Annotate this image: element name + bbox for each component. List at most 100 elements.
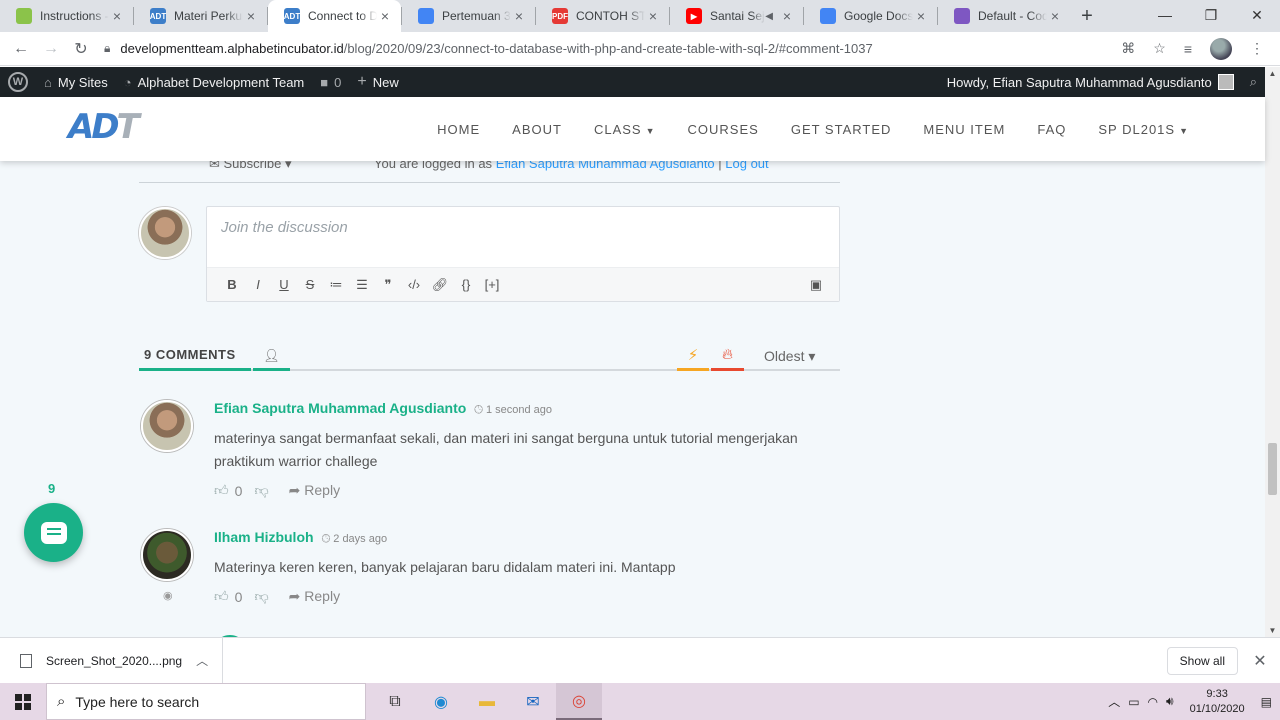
tab-audio-icon[interactable]: ◀︎ — [765, 11, 773, 22]
spoiler-icon[interactable]: [+] — [479, 277, 505, 292]
unordered-list-icon[interactable]: ☰ — [349, 277, 375, 293]
comments-count-tab[interactable]: 9 COMMENTS — [139, 341, 251, 371]
my-sites-menu[interactable]: ⌂ My Sites — [36, 67, 116, 97]
scrollbar-thumb[interactable] — [1268, 443, 1277, 495]
code-block-icon[interactable]: {} — [453, 277, 479, 292]
browser-tab[interactable]: ADT Materi Perkulia× — [134, 0, 267, 32]
comment-time[interactable]: 🕒︎ 1 second ago — [474, 404, 552, 416]
quote-icon[interactable]: ❞ — [375, 277, 401, 293]
wifi-icon[interactable]: ◠ — [1148, 695, 1158, 709]
compose-placeholder[interactable]: Join the discussion — [221, 219, 348, 236]
new-tab-icon[interactable]: + — [1071, 0, 1103, 32]
nav-item[interactable]: COURSES — [672, 122, 775, 137]
thumbs-down-icon[interactable]: 👎︎ — [254, 588, 268, 605]
new-content-menu[interactable]: + New — [349, 67, 406, 97]
code-icon[interactable]: ‹/› — [401, 277, 427, 292]
browser-tab[interactable]: Pertemuan 3 - × — [402, 0, 535, 32]
address-bar[interactable]: 🔒︎ developmentteam.alphabetincubator.id /… — [102, 35, 1121, 63]
battery-icon[interactable]: ▭ — [1128, 695, 1139, 709]
back-icon[interactable]: ← — [6, 40, 36, 58]
thumbs-down-icon[interactable]: 👎︎ — [254, 482, 268, 499]
profile-avatar[interactable] — [1210, 37, 1232, 60]
tab-close-icon[interactable]: × — [913, 8, 929, 24]
file-explorer-icon[interactable]: ▬ — [464, 683, 510, 720]
window-close-icon[interactable]: ✕ — [1234, 0, 1280, 30]
search-icon[interactable]: ⌕ — [1242, 67, 1265, 97]
taskbar-clock[interactable]: 9:33 01/10/2020 — [1190, 687, 1245, 717]
minimize-icon[interactable]: — — [1142, 0, 1188, 30]
underline-icon[interactable]: U — [271, 277, 297, 292]
page-scrollbar[interactable]: ▲ ▼ — [1265, 67, 1280, 637]
browser-tab[interactable]: ▶ Santai Seje ◀︎ × — [670, 0, 803, 32]
nav-item[interactable]: MENU ITEM — [907, 122, 1021, 137]
chrome-icon[interactable]: ◎ — [556, 683, 602, 720]
volume-icon[interactable]: 🔊︎ — [1166, 694, 1174, 709]
browser-tab[interactable]: Default - Code× — [938, 0, 1071, 32]
account-menu[interactable]: Howdy, Efian Saputra Muhammad Agusdianto — [939, 67, 1242, 97]
restore-icon[interactable]: ❐ — [1188, 0, 1234, 30]
show-all-button[interactable]: Show all — [1166, 646, 1238, 675]
scroll-up-icon[interactable]: ▲ — [1265, 69, 1280, 78]
strikethrough-icon[interactable]: S — [297, 277, 323, 292]
wordpress-logo-button[interactable]: W — [0, 67, 36, 97]
italic-icon[interactable]: I — [245, 277, 271, 292]
rss-icon[interactable]: ◉︎ — [163, 589, 173, 602]
thumbs-up-icon[interactable]: 👍︎ — [214, 482, 229, 499]
nav-item[interactable]: SP DL201S ▼ — [1082, 122, 1205, 137]
link-icon[interactable]: 🔗︎ — [427, 277, 453, 293]
nav-item[interactable]: CLASS ▼ — [578, 122, 672, 137]
site-logo[interactable]: ADT — [68, 107, 140, 147]
comments-menu[interactable]: ■ 0 — [312, 67, 349, 97]
mail-icon[interactable]: ✉ — [510, 683, 556, 720]
image-upload-icon[interactable]: ▣ — [803, 277, 829, 293]
notification-icon[interactable]: ▤ — [1261, 695, 1272, 709]
reply-button[interactable]: ➦ Reply — [289, 482, 340, 499]
floating-comments-button[interactable] — [24, 503, 83, 562]
close-icon[interactable]: ✕ — [1246, 651, 1274, 671]
tab-close-icon[interactable]: × — [779, 8, 795, 24]
tab-close-icon[interactable]: × — [377, 8, 393, 24]
download-item[interactable]: Screen_Shot_2020....png ︿ — [0, 637, 224, 684]
browser-tab[interactable]: PDF CONTOH STAN× — [536, 0, 669, 32]
tab-close-icon[interactable]: × — [1047, 8, 1063, 24]
tab-close-icon[interactable]: × — [109, 8, 125, 24]
reload-icon[interactable]: ↻ — [66, 39, 96, 59]
media-control-icon[interactable]: ≡ — [1184, 41, 1192, 57]
fire-icon[interactable]: 🔥︎ — [711, 341, 744, 371]
comment-author-avatar[interactable] — [141, 529, 193, 581]
start-button[interactable] — [0, 683, 46, 720]
lightning-icon[interactable]: ⚡︎ — [677, 341, 709, 371]
task-view-icon[interactable]: ⧉ — [372, 683, 418, 720]
reply-button[interactable]: ➦ Reply — [289, 588, 340, 605]
ordered-list-icon[interactable]: ≔ — [323, 277, 349, 293]
user-settings-icon[interactable]: 👤︎ — [253, 341, 290, 371]
comment-time[interactable]: 🕒︎ 2 days ago — [322, 533, 388, 545]
bold-icon[interactable]: B — [219, 277, 245, 292]
sort-dropdown[interactable]: Oldest ▾ — [764, 348, 815, 365]
bookmark-star-icon[interactable]: ☆ — [1153, 40, 1166, 57]
tab-close-icon[interactable]: × — [511, 8, 527, 24]
scroll-down-icon[interactable]: ▼ — [1265, 626, 1280, 635]
thumbs-up-icon[interactable]: 👍︎ — [214, 588, 229, 605]
comment-author-name[interactable]: Efian Saputra Muhammad Agusdianto — [214, 400, 466, 416]
nav-item[interactable]: FAQ — [1021, 122, 1082, 137]
nav-item[interactable]: HOME — [421, 122, 496, 137]
site-name-menu[interactable]: ◔ Alphabet Development Team — [116, 67, 313, 97]
forward-icon[interactable]: → — [36, 40, 66, 58]
comment-author-name[interactable]: Ilham Hizbuloh — [214, 529, 314, 545]
nav-item[interactable]: ABOUT — [496, 122, 578, 137]
nav-item[interactable]: GET STARTED — [775, 122, 908, 137]
tray-chevron-up-icon[interactable]: ︿ — [1108, 693, 1120, 710]
lock-icon[interactable]: 🔒︎ — [104, 41, 110, 56]
comment-composer[interactable]: Join the discussion B I U S ≔ ☰ ❞ ‹/› 🔗︎… — [206, 206, 840, 302]
tab-close-icon[interactable]: × — [645, 8, 661, 24]
translate-icon[interactable]: ⌘ — [1121, 40, 1135, 57]
chevron-up-icon[interactable]: ︿ — [196, 652, 208, 669]
browser-tab[interactable]: Google Docs × — [804, 0, 937, 32]
browser-tab[interactable]: Instructions - P× — [0, 0, 133, 32]
menu-dots-icon[interactable]: ⋮ — [1250, 40, 1264, 57]
edge-icon[interactable]: ◉ — [418, 683, 464, 720]
comment-author-avatar[interactable] — [141, 400, 193, 452]
tab-close-icon[interactable]: × — [243, 8, 259, 24]
taskbar-search[interactable]: ⌕ Type here to search — [46, 683, 366, 720]
